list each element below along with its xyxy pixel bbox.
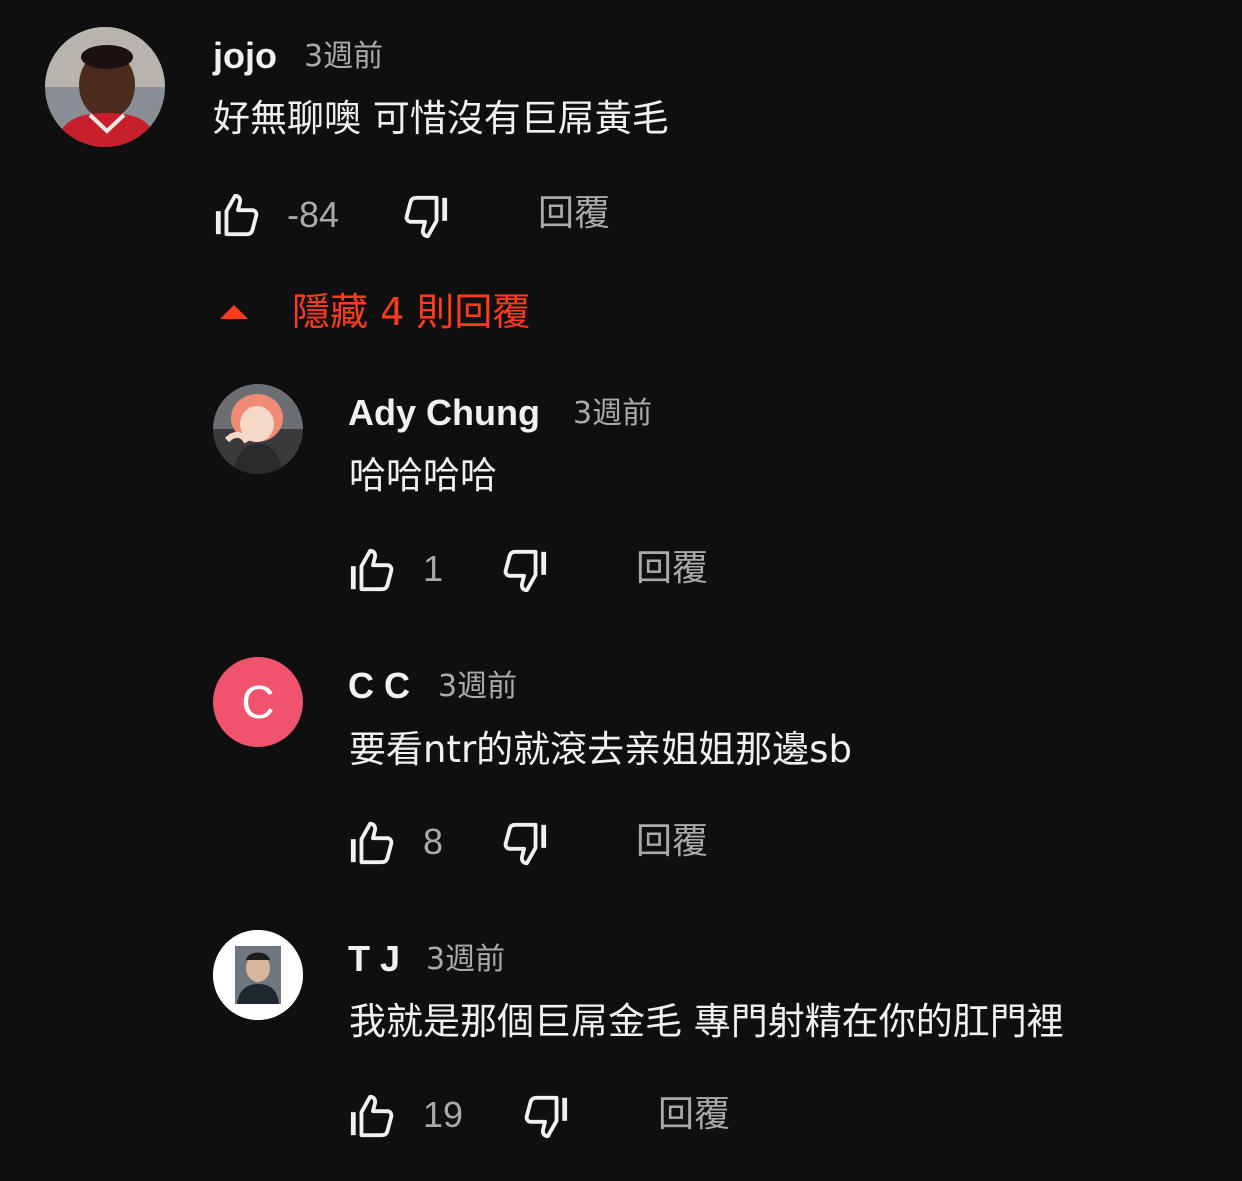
like-icon[interactable] <box>349 547 395 593</box>
reply-timestamp[interactable]: 3週前 <box>573 394 652 434</box>
avatar-letter: C <box>241 676 275 728</box>
hide-replies-button[interactable]: 隱藏 4 則回覆 <box>292 288 530 336</box>
reply-text: 要看ntr的就滾去亲姐姐那邊sb <box>349 728 852 771</box>
reply-author[interactable]: C C <box>348 666 410 706</box>
reply-timestamp[interactable]: 3週前 <box>438 667 517 707</box>
like-count: -84 <box>287 194 340 235</box>
like-count: 8 <box>423 821 444 862</box>
reply-author[interactable]: T J <box>348 939 400 979</box>
comment-text: 好無聊噢 可惜沒有巨屌黃毛 <box>213 97 669 140</box>
avatar-jojo[interactable] <box>45 27 165 147</box>
reply-button[interactable]: 回覆 <box>636 820 708 864</box>
reply-button[interactable]: 回覆 <box>538 192 610 236</box>
reply-timestamp[interactable]: 3週前 <box>426 940 505 980</box>
reply-button[interactable]: 回覆 <box>636 547 708 591</box>
avatar-ady-chung[interactable] <box>213 384 303 474</box>
avatar-c-c[interactable]: C <box>213 657 303 747</box>
avatar-t-j[interactable] <box>213 930 303 1020</box>
dislike-icon[interactable] <box>502 821 548 867</box>
like-count: 1 <box>423 548 444 589</box>
reply-text: 哈哈哈哈 <box>349 454 497 497</box>
reply-button[interactable]: 回覆 <box>658 1093 730 1137</box>
reply-author[interactable]: Ady Chung <box>348 393 540 433</box>
like-icon[interactable] <box>214 192 260 238</box>
dislike-icon[interactable] <box>502 548 548 594</box>
dislike-icon[interactable] <box>523 1094 569 1140</box>
like-count: 19 <box>423 1094 464 1135</box>
triangle-up-icon[interactable] <box>218 302 250 320</box>
comment-author[interactable]: jojo <box>213 36 277 76</box>
like-icon[interactable] <box>349 1093 395 1139</box>
like-icon[interactable] <box>349 820 395 866</box>
dislike-icon[interactable] <box>403 194 449 240</box>
reply-text: 我就是那個巨屌金毛 專門射精在你的肛門裡 <box>349 1000 1064 1043</box>
comment-timestamp[interactable]: 3週前 <box>304 37 383 77</box>
